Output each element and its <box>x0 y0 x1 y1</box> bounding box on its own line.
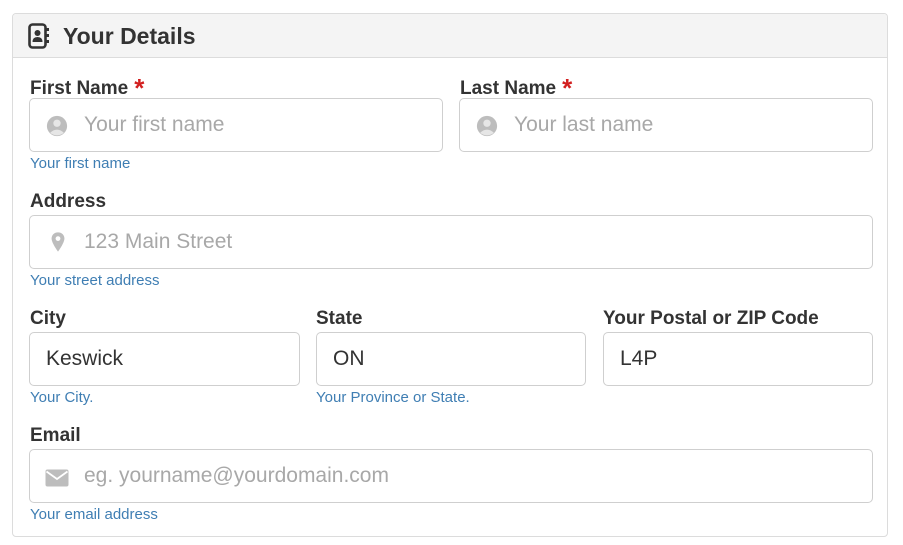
address-label: Address <box>30 191 107 212</box>
last-name-label: Last Name * <box>460 73 572 101</box>
state-field[interactable] <box>316 332 586 386</box>
email-label: Email <box>30 425 81 446</box>
email-input[interactable] <box>84 450 864 502</box>
last-name-label-text: Last Name <box>460 78 557 99</box>
postal-label: Your Postal or ZIP Code <box>603 308 819 329</box>
postal-field[interactable] <box>603 332 873 386</box>
email-help: Your email address <box>30 506 158 523</box>
user-circle-icon <box>46 115 68 137</box>
first-name-label: First Name * <box>30 73 144 101</box>
city-label: City <box>30 308 66 329</box>
first-name-help: Your first name <box>30 155 131 172</box>
first-name-label-text: First Name <box>30 78 129 99</box>
city-input[interactable] <box>46 333 286 385</box>
envelope-icon <box>45 469 69 487</box>
address-help: Your street address <box>30 272 160 289</box>
panel-header: Your Details <box>13 14 887 58</box>
address-card-icon <box>28 23 49 49</box>
state-input[interactable] <box>333 333 573 385</box>
state-help: Your Province or State. <box>316 389 470 406</box>
state-label: State <box>316 308 363 329</box>
address-field[interactable] <box>29 215 873 269</box>
address-input[interactable] <box>84 216 864 268</box>
last-name-field[interactable] <box>459 98 873 152</box>
last-name-input[interactable] <box>514 99 864 151</box>
email-field[interactable] <box>29 449 873 503</box>
city-field[interactable] <box>29 332 300 386</box>
city-help: Your City. <box>30 389 94 406</box>
first-name-field[interactable] <box>29 98 443 152</box>
map-marker-icon <box>51 232 65 252</box>
panel-title: Your Details <box>63 23 196 49</box>
postal-input[interactable] <box>620 333 860 385</box>
user-circle-icon <box>476 115 498 137</box>
first-name-input[interactable] <box>84 99 434 151</box>
